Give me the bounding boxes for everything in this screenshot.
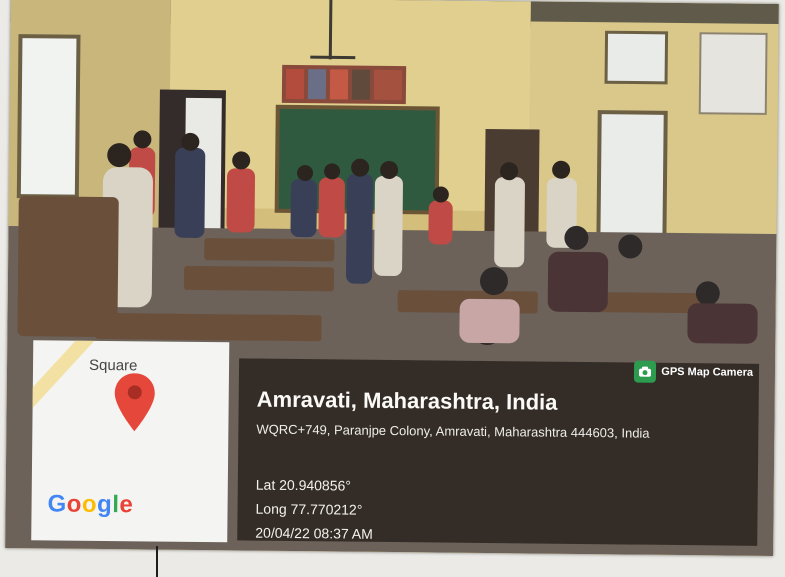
longitude: Long 77.770212° [255,500,363,518]
map-pin-icon [114,373,155,432]
app-name: GPS Map Camera [661,365,754,379]
location-map-thumbnail: Square Google [31,340,230,543]
app-badge: GPS Map Camera [634,360,754,384]
camera-icon [634,360,657,383]
location-title: Amravati, Maharashtra, India [256,386,558,415]
pen-mark [156,546,158,577]
google-logo: Google [47,490,134,519]
geotagged-photo: Square Google GPS Map Camera Amravati, M… [5,0,779,557]
gps-info-overlay: GPS Map Camera Amravati, Maharashtra, In… [237,358,760,546]
latitude: Lat 20.940856° [255,476,352,494]
location-address: WQRC+749, Paranjpe Colony, Amravati, Mah… [256,421,650,441]
timestamp: 20/04/22 08:37 AM [255,524,373,542]
